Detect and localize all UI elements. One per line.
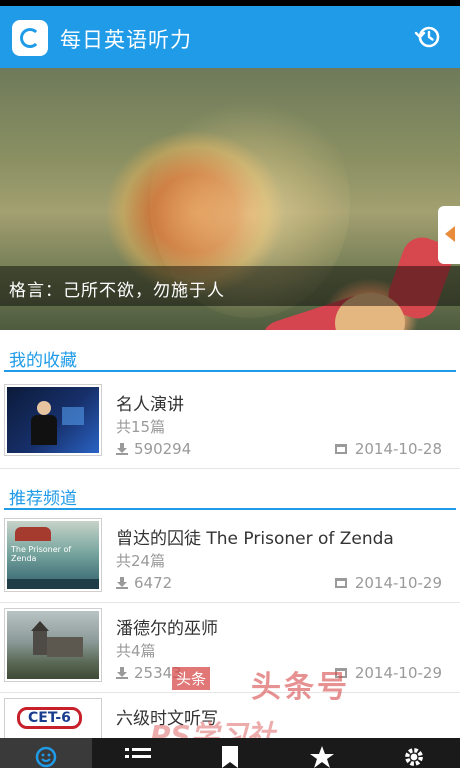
thumbnail-caption: The Prisoner of Zenda xyxy=(11,545,72,563)
carousel-indicator xyxy=(198,320,264,326)
favorites-section-header: 我的收藏 xyxy=(0,338,460,372)
list-icon xyxy=(125,748,151,758)
gear-icon xyxy=(405,748,423,766)
calendar-icon xyxy=(334,578,347,588)
item-title: 名人演讲 xyxy=(116,395,184,415)
watermark-text: 头条号 xyxy=(251,670,350,705)
list-item[interactable]: The Prisoner of Zenda 曾达的囚徒 The Prisoner… xyxy=(0,514,460,603)
section-title: 推荐频道 xyxy=(9,489,77,509)
bottom-tab-bar xyxy=(0,738,460,768)
download-icon xyxy=(116,443,128,455)
item-thumbnail xyxy=(4,384,102,456)
watermark-tag: 头条 xyxy=(172,667,211,690)
item-thumbnail: The Prisoner of Zenda xyxy=(4,518,102,592)
app-title: 每日英语听力 xyxy=(60,28,192,52)
bookmark-icon xyxy=(222,746,238,768)
banner-caption: 格言：己所不欲，勿施于人 xyxy=(0,266,460,306)
section-divider xyxy=(4,508,456,510)
list-item[interactable]: 名人演讲 共15篇 590294 2014-10-28 xyxy=(0,380,460,469)
section-title: 我的收藏 xyxy=(9,351,77,371)
item-date: 2014-10-28 xyxy=(334,440,442,458)
smile-icon xyxy=(35,746,57,768)
section-divider xyxy=(4,370,456,372)
app-bar: 每日英语听力 xyxy=(0,6,460,68)
item-title: 曾达的囚徒 The Prisoner of Zenda xyxy=(116,529,394,549)
banner-caption-text: 格言：己所不欲，勿施于人 xyxy=(9,281,225,301)
banner-next-button[interactable] xyxy=(438,206,460,264)
item-downloads: 590294 xyxy=(116,440,191,458)
list-item[interactable]: 潘德尔的巫师 共4篇 25343 2014-10-29 xyxy=(0,604,460,693)
tab-bookmarks[interactable] xyxy=(184,738,276,768)
item-count: 共24篇 xyxy=(116,552,166,570)
chevron-left-icon xyxy=(445,226,455,242)
tab-list[interactable] xyxy=(92,738,184,768)
item-thumbnail: CET-6 xyxy=(4,698,102,742)
item-thumbnail xyxy=(4,608,102,682)
calendar-icon xyxy=(334,444,347,454)
star-icon xyxy=(310,746,334,768)
banner-carousel[interactable]: 格言：己所不欲，勿施于人 xyxy=(0,68,460,330)
download-icon xyxy=(116,577,128,589)
tab-home[interactable] xyxy=(0,738,92,768)
item-count: 共15篇 xyxy=(116,418,166,436)
item-downloads: 6472 xyxy=(116,574,172,592)
history-icon[interactable] xyxy=(414,23,442,51)
item-title: 潘德尔的巫师 xyxy=(116,619,218,639)
tab-settings[interactable] xyxy=(368,738,460,768)
item-count: 共4篇 xyxy=(116,642,156,660)
recommended-section-header: 推荐频道 xyxy=(0,476,460,510)
app-logo-icon[interactable] xyxy=(12,20,48,56)
download-icon xyxy=(116,667,128,679)
item-date: 2014-10-29 xyxy=(334,664,442,682)
item-date: 2014-10-29 xyxy=(334,574,442,592)
thumbnail-caption: CET-6 xyxy=(17,707,82,729)
tab-favorites[interactable] xyxy=(276,738,368,768)
